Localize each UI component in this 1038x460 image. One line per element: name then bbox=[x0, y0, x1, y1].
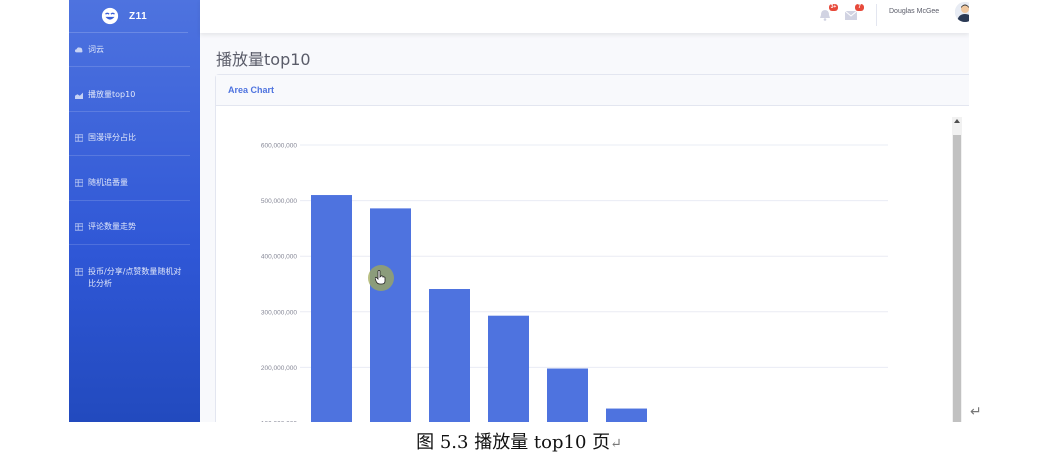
messages-badge: 7 bbox=[855, 4, 864, 11]
return-mark: ↵ bbox=[970, 404, 982, 420]
bar[interactable] bbox=[606, 408, 647, 422]
topbar: 3+ 7 Douglas McGee bbox=[200, 0, 969, 33]
sidebar-item-wordcloud[interactable]: 词云 bbox=[69, 33, 190, 67]
card-header: Area Chart bbox=[216, 75, 969, 106]
sidebar-item-label: 投币/分享/点赞数量随机对比分析 bbox=[88, 267, 182, 288]
sidebar-item-label: 播放量top10 bbox=[88, 90, 136, 99]
messages-button[interactable]: 7 bbox=[844, 4, 864, 20]
sidebar-item-label: 国漫评分占比 bbox=[88, 133, 136, 142]
y-tick-label: 100,000,000 bbox=[261, 421, 298, 423]
brand-name: Z11 bbox=[129, 10, 148, 22]
envelope-icon bbox=[844, 10, 858, 20]
caption-text: 图 5.3 播放量 top10 页 bbox=[416, 432, 611, 453]
table-icon bbox=[75, 268, 83, 276]
bar[interactable] bbox=[547, 368, 588, 422]
sidebar-item-coin-share-like[interactable]: 投币/分享/点赞数量随机对比分析 bbox=[69, 245, 190, 305]
bar[interactable] bbox=[370, 208, 411, 422]
sidebar: Z11 词云 播放量top10 国漫评分占比 随机追番量 评论数量走势 投币/分… bbox=[69, 0, 200, 422]
area-chart-icon bbox=[75, 92, 83, 99]
bar[interactable] bbox=[488, 315, 529, 422]
scrollbar-thumb[interactable] bbox=[953, 135, 961, 422]
laughing-face-icon bbox=[101, 7, 119, 25]
user-avatar-icon bbox=[955, 2, 969, 22]
page-scrollbar[interactable] bbox=[952, 117, 962, 422]
app-screenshot: Z11 词云 播放量top10 国漫评分占比 随机追番量 评论数量走势 投币/分… bbox=[69, 0, 969, 422]
topbar-divider bbox=[876, 4, 877, 26]
page-title: 播放量top10 bbox=[216, 50, 311, 69]
table-icon bbox=[75, 179, 83, 187]
sidebar-item-rating-share[interactable]: 国漫评分占比 bbox=[69, 112, 190, 156]
bar[interactable] bbox=[311, 195, 352, 422]
y-tick-label: 500,000,000 bbox=[261, 198, 298, 205]
sidebar-item-label: 词云 bbox=[88, 45, 104, 54]
document-caption: 图 5.3 播放量 top10 页↵ bbox=[0, 428, 1038, 454]
y-tick-label: 600,000,000 bbox=[261, 143, 298, 150]
table-icon bbox=[75, 223, 83, 231]
sidebar-item-top10[interactable]: 播放量top10 bbox=[69, 67, 190, 112]
return-mark: ↵ bbox=[610, 436, 622, 452]
y-tick-label: 200,000,000 bbox=[261, 365, 298, 372]
y-tick-label: 400,000,000 bbox=[261, 254, 298, 261]
bar[interactable] bbox=[429, 289, 470, 422]
user-avatar[interactable] bbox=[955, 2, 969, 22]
sidebar-item-follow-count[interactable]: 随机追番量 bbox=[69, 156, 190, 201]
alerts-badge: 3+ bbox=[829, 4, 838, 11]
cloud-icon bbox=[75, 47, 83, 53]
user-name[interactable]: Douglas McGee bbox=[889, 8, 939, 15]
scroll-up-arrow-icon[interactable] bbox=[954, 119, 960, 123]
alerts-button[interactable]: 3+ bbox=[818, 4, 838, 21]
mouse-cursor-highlight bbox=[368, 265, 394, 291]
sidebar-item-comment-trend[interactable]: 评论数量走势 bbox=[69, 201, 190, 245]
bell-icon bbox=[820, 10, 830, 21]
y-tick-label: 300,000,000 bbox=[261, 309, 298, 316]
sidebar-brand[interactable]: Z11 bbox=[69, 0, 188, 33]
sidebar-item-label: 评论数量走势 bbox=[88, 222, 136, 231]
chart-card: Area Chart 100,000,000 200,000,000 300,000… bbox=[215, 74, 969, 422]
table-icon bbox=[75, 134, 83, 142]
sidebar-item-label: 随机追番量 bbox=[88, 178, 128, 187]
bar-chart: 100,000,000 200,000,000 300,000,000 400,000… bbox=[261, 143, 888, 423]
hand-pointer-icon bbox=[375, 270, 386, 285]
